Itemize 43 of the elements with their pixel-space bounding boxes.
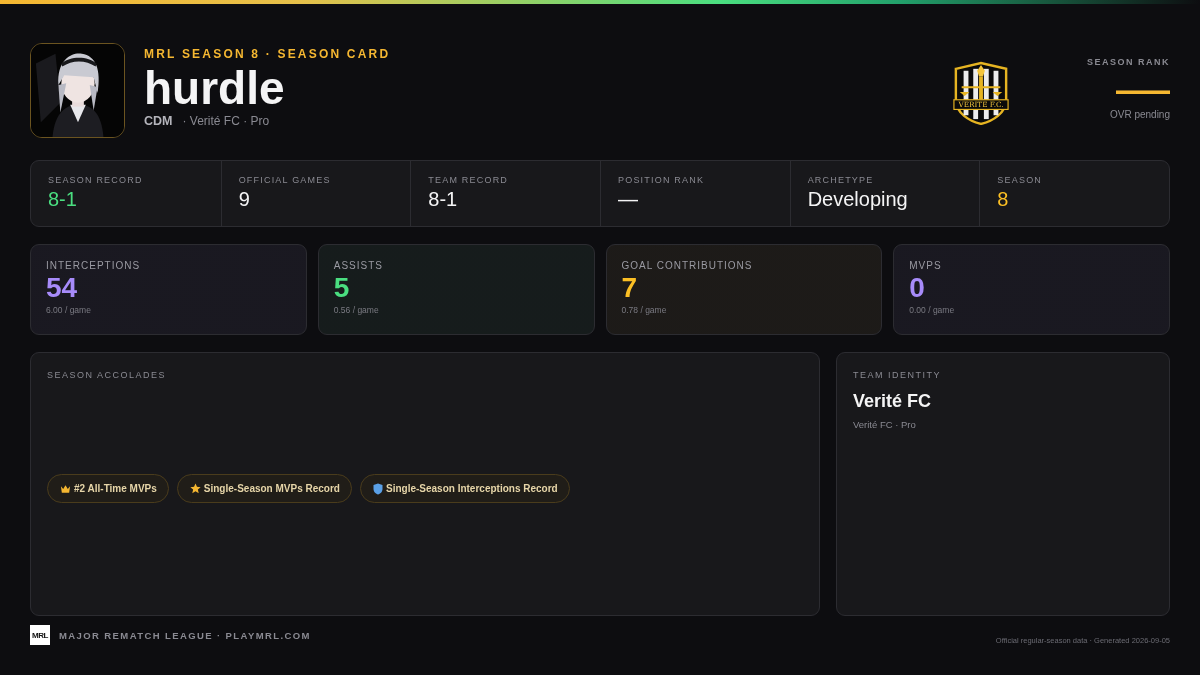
player-name: hurdle — [144, 64, 286, 113]
rank-note: OVR pending — [1109, 109, 1170, 120]
stat-value: 7 — [621, 273, 639, 304]
per-game-text: 0.78 / game — [621, 304, 668, 315]
summary-label: ARCHETYPE — [807, 175, 875, 185]
summary-value: — — [618, 188, 639, 211]
star-icon — [189, 483, 201, 494]
badge-label: #2 All-Time MVPs — [74, 483, 157, 494]
stat-value: 5 — [333, 273, 351, 304]
rank-value: — — [1116, 67, 1170, 107]
panel-title: SEASON ACCOLADES — [47, 370, 168, 380]
summary-value: 8 — [997, 188, 1010, 211]
rank-label: SEASON RANK — [1087, 57, 1170, 67]
team-line: · Verité FC · Pro — [182, 114, 270, 129]
summary-value: 8-1 — [48, 188, 78, 211]
crown-icon — [60, 483, 71, 494]
per-game-text: 0.00 / game — [909, 304, 956, 315]
summary-label: OFFICIAL GAMES — [238, 175, 332, 185]
stat-value: 0 — [909, 273, 926, 304]
team-subtitle: Verité FC · Pro — [853, 419, 917, 430]
league-brand: MAJOR REMATCH LEAGUE · PLAYMRL.COM — [59, 629, 311, 641]
stat-label: INTERCEPTIONS — [46, 260, 142, 271]
summary-label: SEASON RECORD — [48, 175, 144, 185]
summary-value: 8-1 — [428, 188, 459, 211]
summary-label: POSITION RANK — [618, 175, 706, 185]
league-logo: MRL — [30, 625, 50, 645]
stat-label: MVPS — [909, 260, 943, 271]
position-label: CDM — [144, 114, 173, 129]
stat-label: ASSISTS — [333, 260, 384, 271]
team-name: Verité FC — [853, 391, 933, 412]
summary-value: 9 — [238, 188, 251, 211]
per-game-text: 6.00 / game — [46, 304, 92, 315]
shield-icon — [372, 482, 383, 495]
badge-label: Single-Season MVPs Record — [203, 483, 340, 494]
per-game-text: 0.56 / game — [333, 304, 380, 315]
panel-title: TEAM IDENTITY — [853, 370, 942, 380]
badge-label: Single-Season Interceptions Record — [385, 483, 558, 494]
summary-label: SEASON — [997, 175, 1044, 185]
summary-value: Developing — [807, 188, 909, 211]
stat-label: GOAL CONTRIBUTIONS — [621, 260, 754, 271]
stat-value: 54 — [46, 273, 79, 304]
summary-label: TEAM RECORD — [428, 175, 510, 185]
card-eyebrow: MRL SEASON 8 · SEASON CARD — [144, 47, 391, 61]
